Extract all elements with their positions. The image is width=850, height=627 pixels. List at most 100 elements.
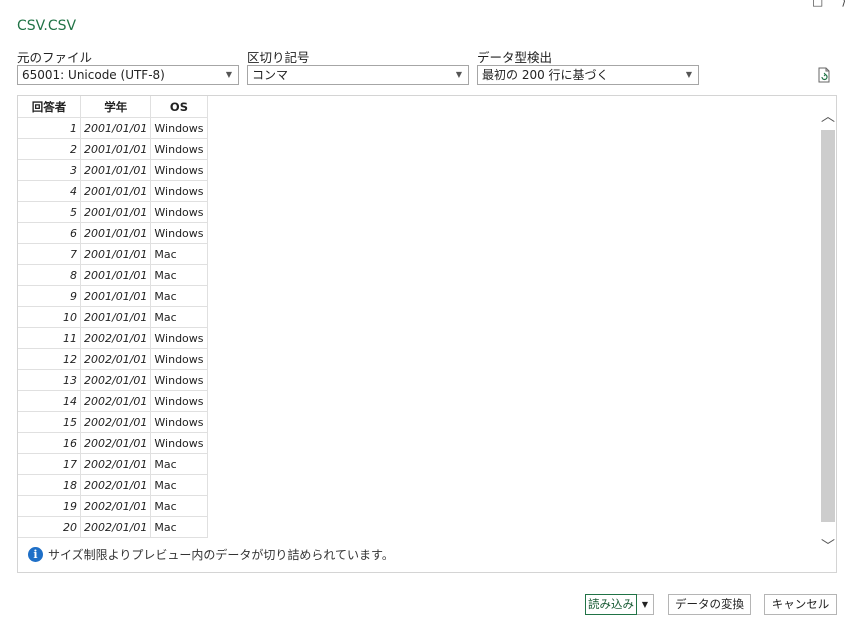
cell-respondent: 4 <box>18 180 81 202</box>
transform-data-button[interactable]: データの変換 <box>668 594 751 615</box>
cell-grade: 2002/01/01 <box>80 474 152 496</box>
cell-os: Mac <box>150 516 208 538</box>
cell-grade: 2001/01/01 <box>80 201 152 223</box>
cell-respondent: 9 <box>18 285 81 307</box>
table-row: 8 2001/01/01 Mac <box>18 264 208 286</box>
column-header-grade[interactable]: 学年 <box>80 96 152 118</box>
origin-value: 65001: Unicode (UTF-8) <box>22 68 165 82</box>
cell-os: Mac <box>150 474 208 496</box>
cell-os: Windows <box>150 411 208 433</box>
origin-label: 元のファイル <box>17 50 93 65</box>
cell-grade: 2001/01/01 <box>80 285 152 307</box>
table-row: 15 2002/01/01 Windows <box>18 411 208 433</box>
cancel-button[interactable]: キャンセル <box>764 594 837 615</box>
load-options-button[interactable]: ▼ <box>637 594 654 615</box>
cell-grade: 2001/01/01 <box>80 243 152 265</box>
table-row: 6 2001/01/01 Windows <box>18 222 208 244</box>
detection-dropdown[interactable]: 最初の 200 行に基づく ▼ <box>477 65 699 85</box>
window-controls: □ ⟩ <box>812 0 846 8</box>
table-row: 3 2001/01/01 Windows <box>18 159 208 181</box>
cell-respondent: 13 <box>18 369 81 391</box>
cell-os: Windows <box>150 159 208 181</box>
cell-os: Mac <box>150 495 208 517</box>
cell-respondent: 1 <box>18 117 81 139</box>
cell-respondent: 5 <box>18 201 81 223</box>
table-row: 19 2002/01/01 Mac <box>18 495 208 517</box>
cell-respondent: 6 <box>18 222 81 244</box>
cell-respondent: 17 <box>18 453 81 475</box>
cell-os: Windows <box>150 117 208 139</box>
cell-grade: 2001/01/01 <box>80 306 152 328</box>
cell-os: Mac <box>150 243 208 265</box>
cell-os: Windows <box>150 348 208 370</box>
cell-grade: 2002/01/01 <box>80 390 152 412</box>
cell-os: Mac <box>150 453 208 475</box>
chevron-down-icon: ▼ <box>225 70 232 79</box>
cell-respondent: 7 <box>18 243 81 265</box>
chevron-down-icon: ▼ <box>455 70 462 79</box>
notice-text: サイズ制限よりプレビュー内のデータが切り詰められています。 <box>48 548 394 562</box>
cell-os: Windows <box>150 432 208 454</box>
cell-grade: 2002/01/01 <box>80 348 152 370</box>
maximize-icon[interactable]: □ <box>812 0 823 8</box>
origin-dropdown[interactable]: 65001: Unicode (UTF-8) ▼ <box>17 65 239 85</box>
cell-grade: 2002/01/01 <box>80 327 152 349</box>
load-button[interactable]: 読み込み <box>585 594 637 615</box>
cell-os: Windows <box>150 390 208 412</box>
cell-grade: 2002/01/01 <box>80 432 152 454</box>
delimiter-dropdown[interactable]: コンマ ▼ <box>247 65 469 85</box>
cell-os: Mac <box>150 285 208 307</box>
column-header-respondent[interactable]: 回答者 <box>18 96 81 118</box>
table-row: 14 2002/01/01 Windows <box>18 390 208 412</box>
data-preview: 回答者 学年 OS 1 2001/01/01 Windows 2 2001/01/01 W… <box>17 95 837 573</box>
scroll-down-icon[interactable]: ﹀ <box>819 538 837 556</box>
cell-grade: 2001/01/01 <box>80 138 152 160</box>
refresh-icon[interactable] <box>818 67 830 83</box>
cell-os: Windows <box>150 327 208 349</box>
table-row: 12 2002/01/01 Windows <box>18 348 208 370</box>
table-row: 1 2001/01/01 Windows <box>18 117 208 139</box>
csv-import-dialog: □ ⟩ CSV.CSV 元のファイル 65001: Unicode (UTF-8… <box>0 0 850 627</box>
cell-respondent: 20 <box>18 516 81 538</box>
cell-os: Windows <box>150 138 208 160</box>
table-row: 5 2001/01/01 Windows <box>18 201 208 223</box>
cell-grade: 2001/01/01 <box>80 117 152 139</box>
cell-grade: 2001/01/01 <box>80 264 152 286</box>
cell-os: Mac <box>150 306 208 328</box>
detection-label: データ型検出 <box>477 50 553 65</box>
table-row: 10 2001/01/01 Mac <box>18 306 208 328</box>
table-row: 20 2002/01/01 Mac <box>18 516 208 538</box>
table-row: 2 2001/01/01 Windows <box>18 138 208 160</box>
column-header-os[interactable]: OS <box>150 96 208 118</box>
cell-grade: 2002/01/01 <box>80 495 152 517</box>
delimiter-value: コンマ <box>252 68 289 82</box>
cell-os: Windows <box>150 180 208 202</box>
scroll-up-icon[interactable]: ︿ <box>819 108 837 126</box>
vertical-scrollbar[interactable]: ︿ ﹀ <box>819 106 837 566</box>
cell-grade: 2002/01/01 <box>80 516 152 538</box>
cell-os: Windows <box>150 201 208 223</box>
chevron-down-icon: ▼ <box>641 600 649 609</box>
cell-respondent: 3 <box>18 159 81 181</box>
table-row: 7 2001/01/01 Mac <box>18 243 208 265</box>
scrollbar-thumb[interactable] <box>821 130 835 522</box>
table-row: 11 2002/01/01 Windows <box>18 327 208 349</box>
table-row: 16 2002/01/01 Windows <box>18 432 208 454</box>
table-row: 4 2001/01/01 Windows <box>18 180 208 202</box>
cell-respondent: 18 <box>18 474 81 496</box>
file-title: CSV.CSV <box>17 18 77 34</box>
cell-respondent: 14 <box>18 390 81 412</box>
cell-grade: 2001/01/01 <box>80 222 152 244</box>
detection-value: 最初の 200 行に基づく <box>482 68 609 82</box>
table-row: 9 2001/01/01 Mac <box>18 285 208 307</box>
cell-os: Windows <box>150 369 208 391</box>
cell-respondent: 12 <box>18 348 81 370</box>
cell-respondent: 19 <box>18 495 81 517</box>
cell-grade: 2001/01/01 <box>80 180 152 202</box>
cell-respondent: 15 <box>18 411 81 433</box>
chevron-down-icon: ▼ <box>685 70 692 79</box>
cell-os: Windows <box>150 222 208 244</box>
close-icon[interactable]: ⟩ <box>841 0 846 8</box>
header-row: 回答者 学年 OS <box>18 96 208 118</box>
cell-grade: 2002/01/01 <box>80 411 152 433</box>
